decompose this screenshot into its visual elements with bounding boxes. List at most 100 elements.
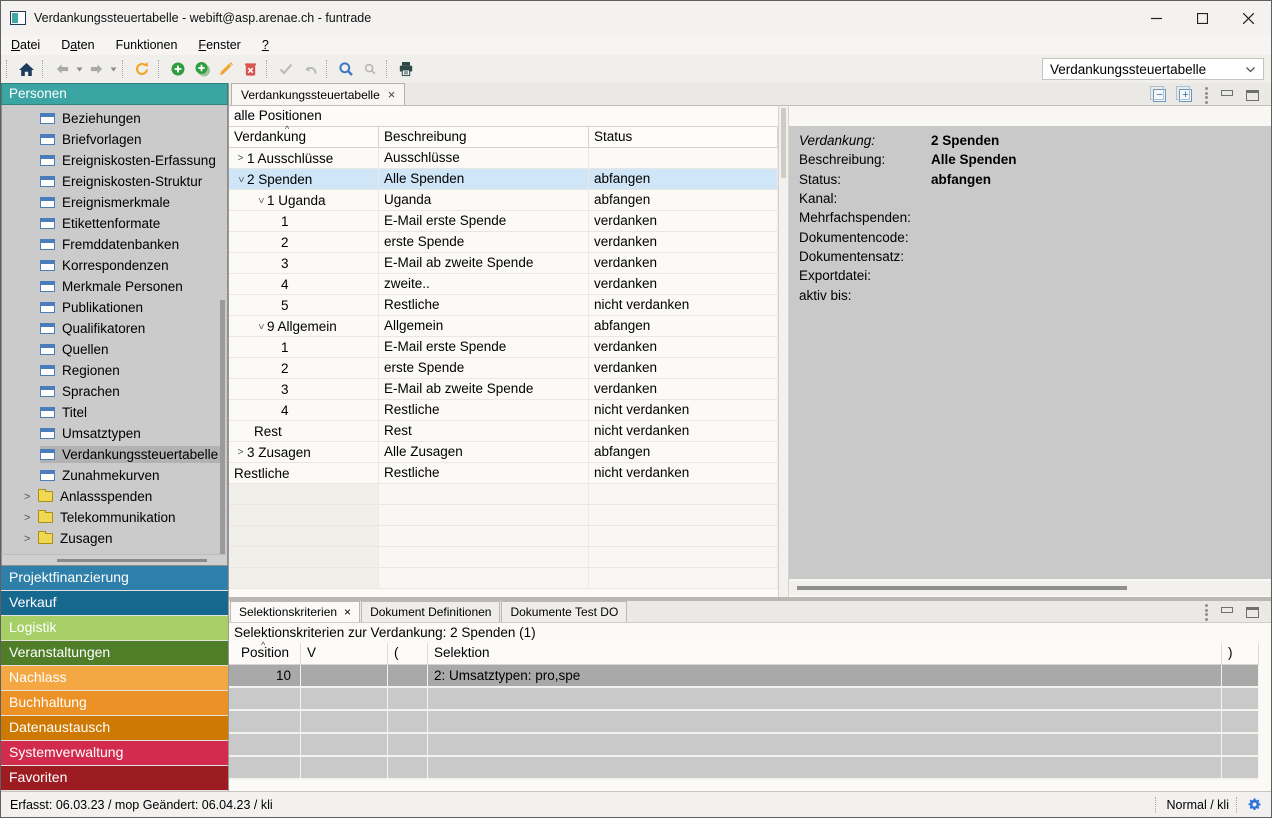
table-row[interactable]: >9 AllgemeinAllgemeinabfangen: [229, 316, 778, 337]
sidebar-section-datenaustausch[interactable]: Datenaustausch: [1, 716, 228, 740]
sidebar-section-systemverwaltung[interactable]: Systemverwaltung: [1, 741, 228, 765]
bottom-tab-dokumentdefinitionen[interactable]: Dokument Definitionen: [361, 601, 500, 622]
print-button[interactable]: [394, 57, 418, 81]
table-row[interactable]: >1 AusschlüsseAusschlüsse: [229, 148, 778, 169]
table-row[interactable]: 3E-Mail ab zweite Spendeverdanken: [229, 379, 778, 400]
table-row[interactable]: 2erste Spendeverdanken: [229, 232, 778, 253]
column-header-paren[interactable]: ): [1222, 643, 1259, 664]
add-copy-button[interactable]: [190, 57, 214, 81]
table-row[interactable]: RestlicheRestlichenicht verdanken: [229, 463, 778, 484]
refresh-button[interactable]: [130, 57, 154, 81]
table-row-empty[interactable]: [229, 526, 778, 547]
close-button[interactable]: [1225, 1, 1271, 35]
sidebar-item-beziehungen[interactable]: Beziehungen: [2, 108, 227, 129]
sidebar-section-buchhaltung[interactable]: Buchhaltung: [1, 691, 228, 715]
tab-close-icon[interactable]: ×: [388, 90, 396, 100]
sidebar-item-merkmalepersonen[interactable]: Merkmale Personen: [2, 276, 227, 297]
panel-maximize-icon[interactable]: [1246, 607, 1259, 618]
delete-button[interactable]: [238, 57, 262, 81]
sidebar-item-publikationen[interactable]: Publikationen: [2, 297, 227, 318]
toolbar-grip[interactable]: [6, 60, 10, 78]
panel-maximize-icon[interactable]: [1246, 90, 1259, 101]
chevron-expanded-icon[interactable]: >: [255, 320, 266, 333]
table-row[interactable]: >2 SpendenAlle Spendenabfangen: [229, 169, 778, 190]
settings-gear-button[interactable]: [1247, 797, 1262, 812]
forward-dropdown-button[interactable]: [108, 57, 118, 81]
panel-menu-icon[interactable]: [1205, 603, 1208, 623]
back-dropdown-button[interactable]: [74, 57, 84, 81]
bottom-tab-dokumentetestdo[interactable]: Dokumente Test DO: [501, 601, 627, 622]
sidebar-item-korrespondenzen[interactable]: Korrespondenzen: [2, 255, 227, 276]
column-header-paren[interactable]: (: [388, 643, 428, 664]
sidebar-section-verkauf[interactable]: Verkauf: [1, 591, 228, 615]
scrollbar-thumb[interactable]: [797, 586, 1127, 590]
table-vertical-scrollbar[interactable]: [778, 106, 789, 597]
search-button[interactable]: [334, 57, 358, 81]
scrollbar-thumb[interactable]: [57, 559, 207, 562]
table-row[interactable]: 1E-Mail erste Spendeverdanken: [229, 337, 778, 358]
sidebar-item-zusagen[interactable]: >Zusagen: [2, 528, 227, 549]
table-row[interactable]: >1 UgandaUgandaabfangen: [229, 190, 778, 211]
sidebar-item-quellen[interactable]: Quellen: [2, 339, 227, 360]
menu-item-fenster[interactable]: Fenster: [198, 38, 240, 52]
sidebar-item-briefvorlagen[interactable]: Briefvorlagen: [2, 129, 227, 150]
sidebar-section-favoriten[interactable]: Favoriten: [1, 766, 228, 790]
sidebar-item-ereigniskostenstruktur[interactable]: Ereigniskosten-Struktur: [2, 171, 227, 192]
menu-item-?[interactable]: ?: [262, 38, 269, 52]
sidebar-section-nachlass[interactable]: Nachlass: [1, 666, 228, 690]
confirm-button[interactable]: [274, 57, 298, 81]
table-row[interactable]: RestRestnicht verdanken: [229, 421, 778, 442]
table-row[interactable]: 5Restlichenicht verdanken: [229, 295, 778, 316]
sidebar-header-personen[interactable]: Personen: [1, 83, 228, 105]
sidebar-item-titel[interactable]: Titel: [2, 402, 227, 423]
chevron-collapsed-icon[interactable]: >: [234, 153, 247, 164]
panel-menu-icon[interactable]: [1205, 86, 1208, 106]
sidebar-section-logistik[interactable]: Logistik: [1, 616, 228, 640]
sidebar-vertical-scrollbar[interactable]: [220, 300, 225, 554]
view-selector-dropdown[interactable]: Verdankungssteuertabelle: [1042, 58, 1264, 80]
column-header-beschreibung[interactable]: Beschreibung: [379, 127, 589, 147]
back-button[interactable]: [50, 57, 74, 81]
table-row-empty[interactable]: [229, 757, 1259, 780]
sidebar-horizontal-scrollbar[interactable]: [1, 554, 228, 566]
chevron-expanded-icon[interactable]: >: [235, 173, 246, 186]
table-row-empty[interactable]: [229, 568, 778, 589]
table-row-empty[interactable]: [229, 734, 1259, 757]
panel-minimize-icon[interactable]: [1221, 90, 1233, 96]
table-row[interactable]: 4zweite..verdanken: [229, 274, 778, 295]
forward-button[interactable]: [84, 57, 108, 81]
chevron-collapsed-icon[interactable]: >: [234, 447, 247, 458]
table-row-empty[interactable]: [229, 711, 1259, 734]
sidebar-item-etikettenformate[interactable]: Etikettenformate: [2, 213, 227, 234]
sidebar-item-zunahmekurven[interactable]: Zunahmekurven: [2, 465, 227, 486]
sidebar-item-ereigniskostenerfassung[interactable]: Ereigniskosten-Erfassung: [2, 150, 227, 171]
tab-verdankungssteuertabelle[interactable]: Verdankungssteuertabelle ×: [231, 83, 405, 105]
table-row[interactable]: 4Restlichenicht verdanken: [229, 400, 778, 421]
menu-item-funktionen[interactable]: Funktionen: [116, 38, 178, 52]
table-row[interactable]: >3 ZusagenAlle Zusagenabfangen: [229, 442, 778, 463]
expand-all-icon[interactable]: +: [1179, 89, 1192, 102]
table-row-empty[interactable]: [229, 484, 778, 505]
add-button[interactable]: [166, 57, 190, 81]
sidebar-item-umsatztypen[interactable]: Umsatztypen: [2, 423, 227, 444]
sidebar-item-telekommunikation[interactable]: >Telekommunikation: [2, 507, 227, 528]
collapse-all-icon[interactable]: −: [1153, 89, 1166, 102]
scrollbar-thumb[interactable]: [781, 108, 786, 178]
column-header-selektion[interactable]: Selektion: [428, 643, 1222, 664]
column-header-v[interactable]: V: [301, 643, 388, 664]
table-row[interactable]: 102: Umsatztypen: pro,spe: [229, 665, 1259, 688]
sidebar-item-qualifikatoren[interactable]: Qualifikatoren: [2, 318, 227, 339]
chevron-expanded-icon[interactable]: >: [255, 194, 266, 207]
table-row[interactable]: 1E-Mail erste Spendeverdanken: [229, 211, 778, 232]
bottom-tab-selektionskriterien[interactable]: Selektionskriterien×: [230, 601, 360, 622]
sidebar-item-verdankungssteuertabelle[interactable]: Verdankungssteuertabelle: [2, 444, 227, 465]
edit-button[interactable]: [214, 57, 238, 81]
tab-close-icon[interactable]: ×: [344, 605, 351, 619]
table-row-empty[interactable]: [229, 688, 1259, 711]
panel-minimize-icon[interactable]: [1221, 607, 1233, 613]
menu-item-daten[interactable]: Daten: [61, 38, 94, 52]
undo-button[interactable]: [298, 57, 322, 81]
sidebar-item-anlassspenden[interactable]: >Anlassspenden: [2, 486, 227, 507]
sidebar-item-fremddatenbanken[interactable]: Fremddatenbanken: [2, 234, 227, 255]
sidebar-item-ereignismerkmale[interactable]: Ereignismerkmale: [2, 192, 227, 213]
